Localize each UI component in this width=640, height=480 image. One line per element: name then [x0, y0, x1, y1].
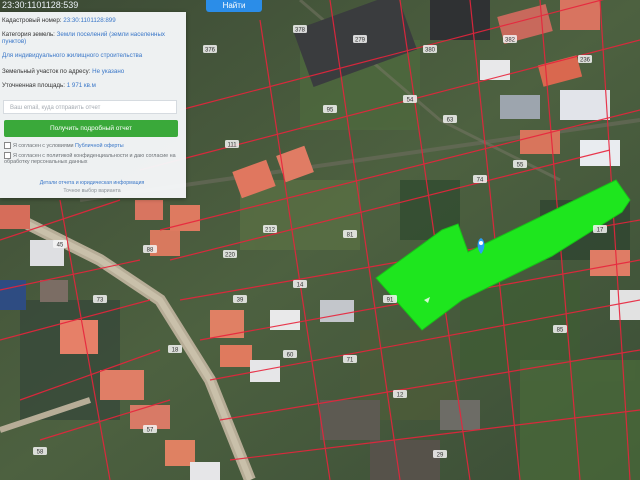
parcel-label[interactable]: 17 — [597, 228, 604, 234]
parcel-label[interactable]: 18 — [172, 348, 179, 354]
email-field[interactable]: Ваш email, куда отправить отчет — [3, 100, 177, 114]
parcel-info-panel: Кадастровый номер: 23:30:1101128:899 Кат… — [0, 12, 186, 198]
parcel-label[interactable]: 81 — [347, 233, 354, 239]
cadastral-number-label: Кадастровый номер: — [2, 17, 62, 24]
parcel-label[interactable]: 91 — [387, 298, 394, 304]
parcel-label[interactable]: 382 — [505, 38, 516, 44]
parcel-label[interactable]: 380 — [425, 48, 436, 54]
get-report-button[interactable]: Получить подробный отчет — [4, 120, 178, 137]
parcel-label[interactable]: 212 — [265, 228, 276, 234]
land-category-label: Категория земель: — [2, 31, 55, 38]
parcel-label[interactable]: 57 — [147, 428, 154, 434]
area-label: Уточненная площадь: — [2, 82, 65, 89]
land-purpose-value: Для индивидуального жилищного строительс… — [2, 52, 143, 59]
parcel-label[interactable]: 63 — [447, 118, 454, 124]
parcel-label[interactable]: 60 — [287, 353, 294, 359]
parcel-label[interactable]: 71 — [347, 358, 354, 364]
offer-link[interactable]: Публичной оферты — [75, 143, 124, 149]
parcel-label[interactable]: 85 — [557, 328, 564, 334]
parcel-label[interactable]: 14 — [297, 283, 304, 289]
parcel-label[interactable]: 378 — [295, 28, 306, 34]
offer-consent-checkbox[interactable]: Я согласен с условиями Публичной оферты — [4, 142, 180, 149]
area-row: Уточненная площадь: 1 971 кв.м — [2, 82, 182, 89]
checkbox-icon[interactable] — [4, 152, 11, 159]
report-details-link[interactable]: Детали отчета и юридическая информация — [4, 180, 180, 186]
privacy-consent-checkbox[interactable]: Я согласен с политикой конфиденциальност… — [4, 152, 180, 166]
address-label: Земельный участок по адресу: — [2, 68, 91, 75]
parcel-label[interactable]: 220 — [225, 253, 236, 259]
parcel-label[interactable]: 58 — [37, 450, 44, 456]
land-category-row: Категория земель: Земли поселений (земли… — [2, 31, 182, 45]
privacy-consent-text: Я согласен с политикой конфиденциальност… — [4, 152, 176, 166]
parcel-label[interactable]: 376 — [205, 48, 216, 54]
land-purpose-row: Для индивидуального жилищного строительс… — [2, 52, 182, 59]
search-coordinates: 23:30:1101128:539 — [2, 0, 79, 10]
parcel-label[interactable]: 45 — [57, 243, 64, 249]
parcel-label[interactable]: 73 — [97, 298, 104, 304]
parcel-label[interactable]: 54 — [407, 98, 414, 104]
parcel-label[interactable]: 88 — [147, 248, 154, 254]
parcel-label[interactable]: 95 — [327, 108, 334, 114]
find-button[interactable]: Найти — [206, 0, 262, 12]
checkbox-icon[interactable] — [4, 142, 11, 149]
cadastral-number-row: Кадастровый номер: 23:30:1101128:899 — [2, 17, 182, 24]
parcel-label[interactable]: 236 — [580, 58, 591, 64]
parcel-label[interactable]: 111 — [227, 143, 237, 149]
address-value: Не указано — [92, 68, 125, 75]
address-row: Земельный участок по адресу: Не указано — [2, 68, 182, 75]
area-value: 1 971 кв.м — [66, 82, 96, 89]
offer-consent-text: Я согласен с условиями — [13, 142, 74, 149]
parcel-label[interactable]: 74 — [477, 178, 484, 184]
parcel-label[interactable]: 39 — [237, 298, 244, 304]
parcel-label[interactable]: 279 — [355, 38, 366, 44]
footer-note: Точное выбор варианта — [63, 188, 121, 194]
parcel-label[interactable]: 12 — [397, 393, 404, 399]
cadastral-number-value[interactable]: 23:30:1101128:899 — [63, 17, 115, 24]
parcel-label[interactable]: 55 — [517, 163, 524, 169]
parcel-label[interactable]: 29 — [437, 453, 444, 459]
